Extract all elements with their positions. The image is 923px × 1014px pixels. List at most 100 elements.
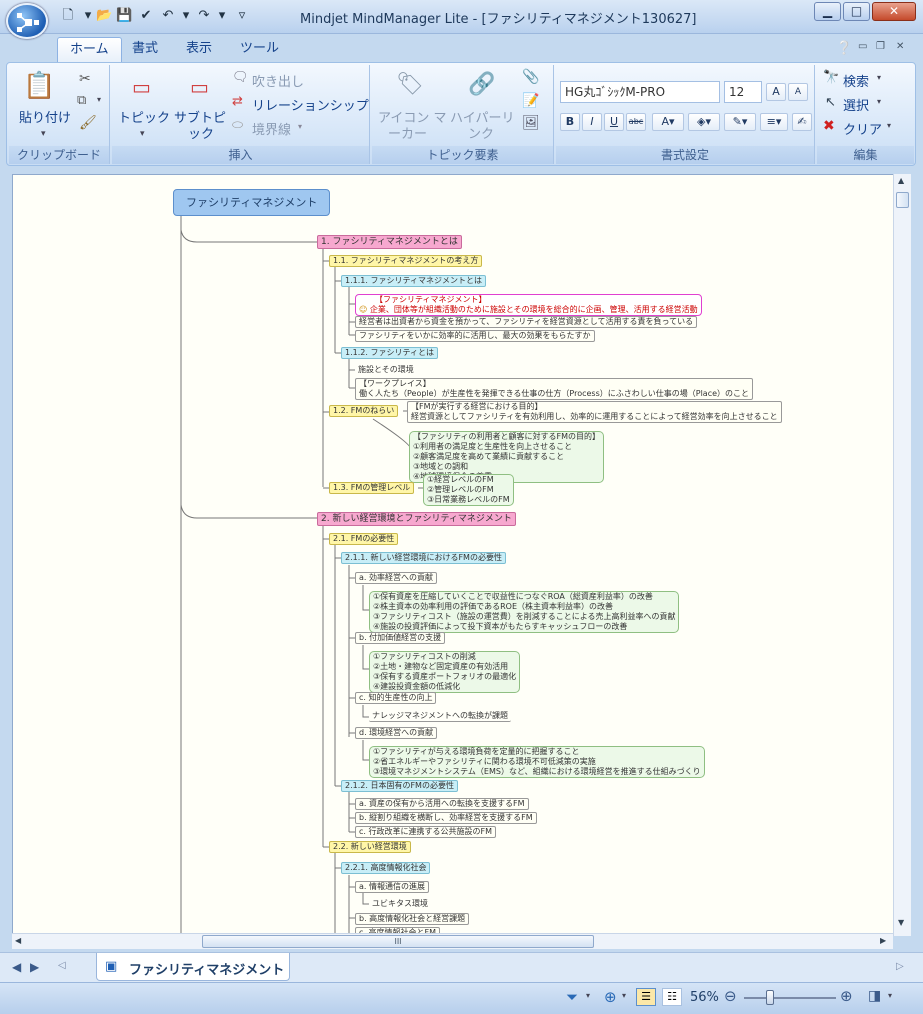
tab-prev-icon[interactable]: ◀ bbox=[12, 960, 21, 974]
subtopic-2-2-1-b[interactable]: b. 高度情報化社会と経営課題 bbox=[355, 913, 470, 925]
help-icon[interactable]: ❔ bbox=[836, 41, 852, 56]
shrink-font-icon[interactable]: A bbox=[788, 83, 808, 101]
subtopic-2-1-1-a[interactable]: a. 効率経営への貢献 bbox=[355, 572, 437, 584]
check-save-icon[interactable]: ✔ bbox=[138, 8, 154, 24]
horizontal-scrollbar[interactable]: ◀ III ▶ bbox=[12, 933, 893, 949]
vertical-scroll-thumb[interactable] bbox=[896, 192, 909, 208]
tab-first-icon[interactable]: ◁ bbox=[58, 960, 66, 971]
central-topic[interactable]: ファシリティマネジメント bbox=[173, 189, 331, 216]
task-pane-icon[interactable]: ◨ bbox=[868, 988, 881, 1004]
grow-font-icon[interactable]: A bbox=[766, 83, 786, 101]
format-painter-small-icon[interactable]: ✍ bbox=[792, 113, 812, 131]
topic-1-3[interactable]: 1.3. FMの管理レベル bbox=[329, 482, 415, 494]
callout-environment[interactable]: ①ファシリティが与える環境負荷を定量的に把握すること ②省エネルギーやファシリテ… bbox=[369, 746, 705, 778]
boundary-icon[interactable]: ⬭ bbox=[232, 118, 243, 133]
tab-view[interactable]: 表示 bbox=[174, 37, 224, 62]
font-color-icon[interactable]: A▾ bbox=[652, 113, 684, 131]
outline-view-icon[interactable]: ☷ bbox=[662, 988, 682, 1006]
topic-1-2[interactable]: 1.2. FMのねらい bbox=[329, 405, 399, 417]
subtopic-2-1-1-d[interactable]: d. 環境経営への貢献 bbox=[355, 727, 438, 739]
undo-dropdown-icon[interactable]: ▾ bbox=[178, 8, 194, 24]
scroll-up-icon[interactable]: ▲ bbox=[898, 176, 904, 185]
zoom-slider-track[interactable] bbox=[744, 997, 836, 999]
subtopic-2-1-2-c[interactable]: c. 行政改革に連携する公共施設のFM bbox=[355, 826, 496, 838]
boundary-dropdown-icon[interactable]: ▾ bbox=[298, 122, 302, 131]
paste-button[interactable]: 貼り付け bbox=[19, 107, 71, 126]
scroll-left-icon[interactable]: ◀ bbox=[15, 936, 21, 945]
relationship-button[interactable]: リレーションシップ bbox=[252, 95, 369, 114]
minimize-button[interactable]: ▁ bbox=[814, 2, 841, 21]
topic-2[interactable]: 2. 新しい経営環境とファシリティマネジメント bbox=[317, 512, 516, 526]
font-size-combobox[interactable]: 12 bbox=[724, 81, 762, 103]
zoom-in-icon[interactable]: ⊕ bbox=[840, 987, 853, 1005]
relationship-icon[interactable]: ⇄ bbox=[232, 94, 243, 109]
subtopic-capital[interactable]: 経営者は出資者から資金を預かって、ファシリティを経営資源として活用する責を負って… bbox=[355, 316, 698, 328]
copy-dropdown-icon[interactable]: ▾ bbox=[97, 95, 101, 104]
clear-x-icon[interactable]: ✖ bbox=[823, 118, 835, 134]
open-folder-icon[interactable]: 📂 bbox=[96, 8, 112, 24]
clear-dropdown-icon[interactable]: ▾ bbox=[887, 121, 891, 130]
paste-icon[interactable]: 📋 bbox=[23, 71, 55, 101]
customize-toolbar-icon[interactable]: ▿ bbox=[234, 8, 250, 24]
select-cursor-icon[interactable]: ↖ bbox=[825, 95, 836, 110]
subtopic-2-1-2-a[interactable]: a. 資産の保有から活用への転換を支援するFM bbox=[355, 798, 529, 810]
scroll-right-icon[interactable]: ▶ bbox=[880, 936, 886, 945]
paste-dropdown-icon[interactable]: ▾ bbox=[41, 129, 46, 139]
filter-dropdown-icon[interactable]: ▾ bbox=[586, 991, 590, 1000]
subtopic-2-1-1-c[interactable]: c. 知的生産性の向上 bbox=[355, 692, 437, 704]
task-pane-dropdown-icon[interactable]: ▾ bbox=[888, 991, 892, 1000]
boundary-button[interactable]: 境界線 bbox=[252, 119, 291, 138]
show-hide-icon[interactable]: ⊕ bbox=[604, 988, 617, 1006]
subtopic-facility-env[interactable]: 施設とその環境 bbox=[355, 365, 417, 375]
redo-dropdown-icon[interactable]: ▾ bbox=[214, 8, 230, 24]
binoculars-icon[interactable]: 🔭 bbox=[823, 70, 839, 85]
icon-marker-icon[interactable]: 🏷 bbox=[396, 74, 424, 96]
topic-1-1-1[interactable]: 1.1.1. ファシリティマネジメントとは bbox=[341, 275, 486, 287]
zoom-out-icon[interactable]: ⊖ bbox=[724, 987, 737, 1005]
dropdown-arrow-icon[interactable]: ▾ bbox=[80, 8, 96, 24]
callout-efficiency[interactable]: ①保有資産を圧縮していくことで収益性につなぐROA（総資産利益率）の改善 ②株主… bbox=[369, 591, 680, 633]
vertical-scrollbar[interactable]: ▲ ▼ bbox=[893, 174, 911, 936]
tab-scroll-right-icon[interactable]: ▷ bbox=[896, 961, 904, 972]
select-dropdown-icon[interactable]: ▾ bbox=[877, 97, 881, 106]
topic-1-1-2[interactable]: 1.1.2. ファシリティとは bbox=[341, 347, 438, 359]
topic-button[interactable]: トピック bbox=[118, 107, 170, 126]
tab-format[interactable]: 書式 bbox=[120, 37, 170, 62]
callout-icon[interactable]: 🗨 bbox=[232, 70, 249, 85]
hyperlink-icon[interactable]: 🔗 bbox=[468, 74, 495, 96]
map-view-icon[interactable]: ☰ bbox=[636, 988, 656, 1006]
topic-2-1[interactable]: 2.1. FMの必要性 bbox=[329, 533, 399, 545]
strikethrough-button[interactable]: abc bbox=[626, 113, 646, 131]
callout-value-added[interactable]: ①ファシリティコストの削減 ②土地・建物など固定資産の有効活用 ③保有する資産ポ… bbox=[369, 651, 521, 693]
doc-restore-icon[interactable]: ❐ bbox=[876, 41, 885, 52]
doc-close-icon[interactable]: ✕ bbox=[896, 41, 904, 52]
topic-2-2[interactable]: 2.2. 新しい経営環境 bbox=[329, 841, 411, 853]
topic-dropdown-icon[interactable]: ▾ bbox=[140, 129, 145, 139]
image-icon[interactable]: 🖼 bbox=[522, 115, 540, 131]
topic-2-1-1[interactable]: 2.1.1. 新しい経営環境におけるFMの必要性 bbox=[341, 552, 506, 564]
tab-next-icon[interactable]: ▶ bbox=[30, 960, 39, 974]
new-document-icon[interactable]: 🗋 bbox=[60, 8, 76, 24]
document-tab[interactable]: ▣ ファシリティマネジメント bbox=[96, 953, 290, 981]
subtopic-2-2-1-a[interactable]: a. 情報通信の進展 bbox=[355, 881, 429, 893]
subtopic-ubiquitous[interactable]: ユビキタス環境 bbox=[369, 899, 431, 909]
bold-button[interactable]: B bbox=[560, 113, 580, 131]
application-menu-button[interactable] bbox=[6, 3, 48, 39]
subtopic-workplace[interactable]: 【ワークプレイス】 働く人たち（People）が生産性を発揮できる仕事の仕方（P… bbox=[355, 378, 754, 400]
horizontal-scroll-thumb[interactable]: III bbox=[202, 935, 594, 948]
maximize-button[interactable]: □ bbox=[843, 2, 870, 21]
notes-icon[interactable]: 📝 bbox=[522, 93, 539, 109]
copy-icon[interactable]: ⧉ bbox=[77, 93, 86, 108]
tab-tools[interactable]: ツール bbox=[228, 37, 291, 62]
map-canvas[interactable]: ファシリティマネジメント 1. ファシリティマネジメントとは 1.1. ファシリ… bbox=[12, 174, 911, 936]
italic-button[interactable]: I bbox=[582, 113, 602, 131]
doc-minimize-icon[interactable]: ▭ bbox=[858, 41, 867, 52]
callout-button[interactable]: 吹き出し bbox=[252, 71, 304, 90]
format-painter-icon[interactable]: 🖌 bbox=[79, 115, 97, 131]
save-icon[interactable]: 💾 bbox=[116, 8, 132, 24]
cut-icon[interactable]: ✂ bbox=[79, 71, 91, 87]
topic-icon[interactable]: ▭ bbox=[132, 75, 151, 99]
subtopic-efficiency[interactable]: ファシリティをいかに効率的に活用し、最大の効果をもらたすか bbox=[355, 330, 595, 342]
callout-fm-levels[interactable]: ①経営レベルのFM ②管理レベルのFM ③日常業務レベルのFM bbox=[423, 474, 514, 506]
topic-1-1[interactable]: 1.1. ファシリティマネジメントの考え方 bbox=[329, 255, 483, 267]
